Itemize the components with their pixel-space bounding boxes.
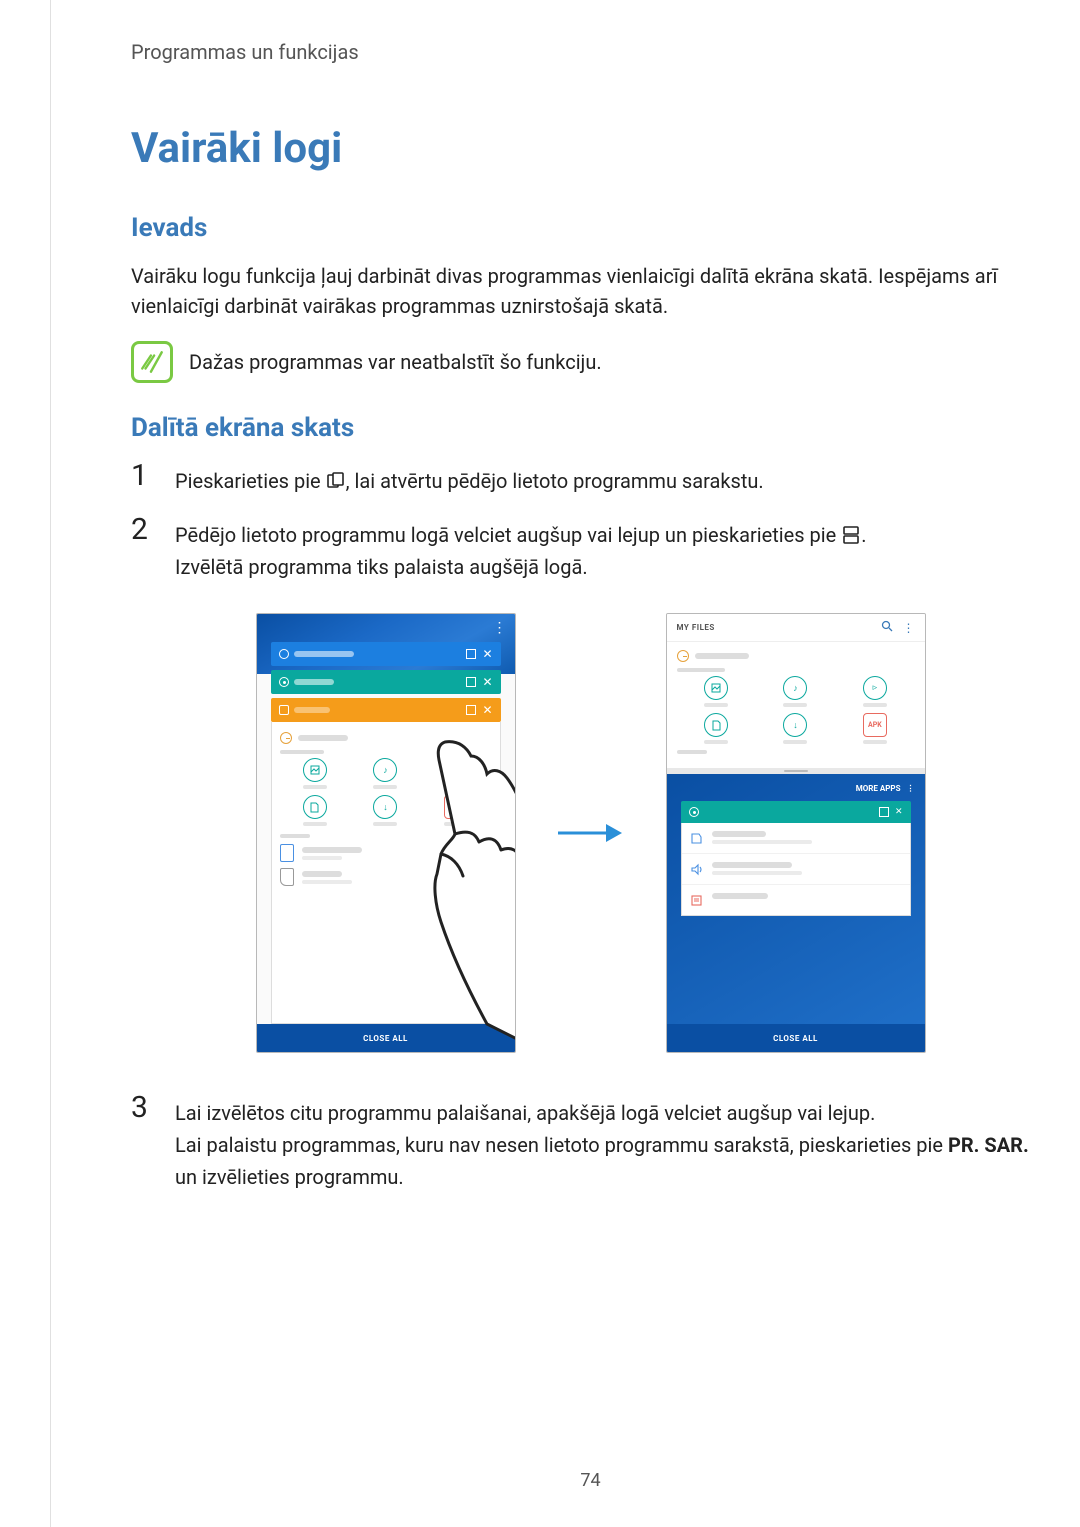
images-icon (704, 676, 728, 700)
section-heading-split: Dalītā ekrāna skats (131, 413, 1050, 443)
step-2: 2 Pēdējo lietoto programmu logā velciet … (131, 515, 1050, 583)
step-text: Lai izvēlētos citu programmu palaišanai,… (175, 1097, 1050, 1129)
page-container: Programmas un funkcijas Vairāki logi Iev… (50, 0, 1080, 1527)
images-icon (303, 758, 327, 782)
clock-icon (677, 650, 689, 662)
note-text: Dažas programmas var neatbalstīt šo funk… (189, 350, 602, 374)
step-number: 3 (131, 1093, 159, 1193)
split-icon (879, 807, 889, 817)
arrow-right-icon (556, 818, 626, 848)
illustration: ⋮ ✕ ✕ ✕ (131, 613, 1050, 1053)
split-icon (466, 649, 476, 659)
step-text: Izvēlētā programma tiks palaista augšējā… (175, 551, 866, 583)
split-icon (466, 677, 476, 687)
apk-icon: APK (863, 713, 887, 737)
app-card: ✕ (681, 801, 911, 823)
recent-apps-cards: ✕ ✕ ✕ (257, 638, 515, 722)
app-card: ✕ (271, 642, 501, 666)
page-header: Programmas un funkcijas (131, 40, 1050, 64)
app-card-content: ♪ ▹ ↓ APK (271, 722, 501, 1024)
downloads-icon: ↓ (783, 713, 807, 737)
step-number: 1 (131, 461, 159, 497)
audio-icon: ♪ (373, 758, 397, 782)
connections-icon (690, 831, 704, 845)
audio-icon: ♪ (783, 676, 807, 700)
video-icon: ▹ (444, 758, 468, 782)
app-title: MY FILES (677, 623, 715, 632)
step-text: Lai palaistu programmas, kuru nav nesen … (175, 1129, 1050, 1193)
settings-list (681, 823, 911, 916)
app-titlebar: MY FILES ⋮ (667, 614, 925, 642)
step-number: 2 (131, 515, 159, 583)
split-screen-icon (841, 525, 861, 545)
app-card-active: ✕ (271, 698, 501, 722)
list-item (682, 854, 910, 885)
app-card: ✕ (271, 670, 501, 694)
list-item (682, 823, 910, 854)
internal-storage-icon (280, 844, 294, 862)
step-body: Pieskarieties pie , lai atvērtu pēdējo l… (175, 461, 764, 497)
more-icon: ⋮ (493, 620, 507, 636)
step-text: . (861, 523, 866, 547)
step-text: Pēdējo lietoto programmu logā velciet au… (175, 523, 841, 547)
phone-screenshot-right: MY FILES ⋮ ♪ ▹ ↓ APK (666, 613, 926, 1053)
notifications-icon (690, 893, 704, 907)
close-icon: ✕ (895, 807, 903, 817)
more-icon: ⋮ (903, 621, 915, 635)
search-icon (881, 620, 893, 635)
step-text: Pieskarieties pie (175, 469, 326, 493)
sd-card-icon (280, 868, 294, 886)
note-row: Dažas programmas var neatbalstīt šo funk… (131, 341, 1050, 383)
intro-paragraph: Vairāku logu funkcija ļauj darbināt diva… (131, 261, 1050, 321)
list-item (682, 885, 910, 915)
clock-icon (280, 732, 292, 744)
close-all-button: CLOSE ALL (667, 1024, 925, 1052)
page-number: 74 (51, 1470, 1080, 1491)
recents-icon (326, 471, 346, 491)
close-icon: ✕ (482, 675, 492, 689)
section-heading-intro: Ievads (131, 213, 1050, 243)
documents-icon (704, 713, 728, 737)
documents-icon (303, 795, 327, 819)
video-icon: ▹ (863, 676, 887, 700)
step-text: , lai atvērtu pēdējo lietoto programmu s… (346, 469, 764, 493)
downloads-icon: ↓ (373, 795, 397, 819)
close-all-button: CLOSE ALL (257, 1024, 515, 1052)
app-lower-pane: MORE APPS⋮ ✕ (667, 774, 925, 1024)
note-icon (131, 341, 173, 383)
step-body: Pēdējo lietoto programmu logā velciet au… (175, 515, 866, 583)
more-icon: ⋮ (907, 784, 915, 793)
close-icon: ✕ (482, 703, 492, 717)
phone-screenshot-left: ⋮ ✕ ✕ ✕ (256, 613, 516, 1053)
step-3: 3 Lai izvēlētos citu programmu palaišana… (131, 1093, 1050, 1193)
split-icon (466, 705, 476, 715)
close-icon: ✕ (482, 647, 492, 661)
apk-icon: APK (444, 795, 468, 819)
step-1: 1 Pieskarieties pie , lai atvērtu pēdējo… (131, 461, 1050, 497)
page-title: Vairāki logi (131, 124, 1050, 173)
sound-icon (690, 862, 704, 876)
app-upper-pane: ♪ ▹ ↓ APK (667, 642, 925, 768)
step-body: Lai izvēlētos citu programmu palaišanai,… (175, 1093, 1050, 1193)
more-apps-label: MORE APPS⋮ (667, 780, 925, 801)
step-list: 1 Pieskarieties pie , lai atvērtu pēdējo… (131, 461, 1050, 583)
